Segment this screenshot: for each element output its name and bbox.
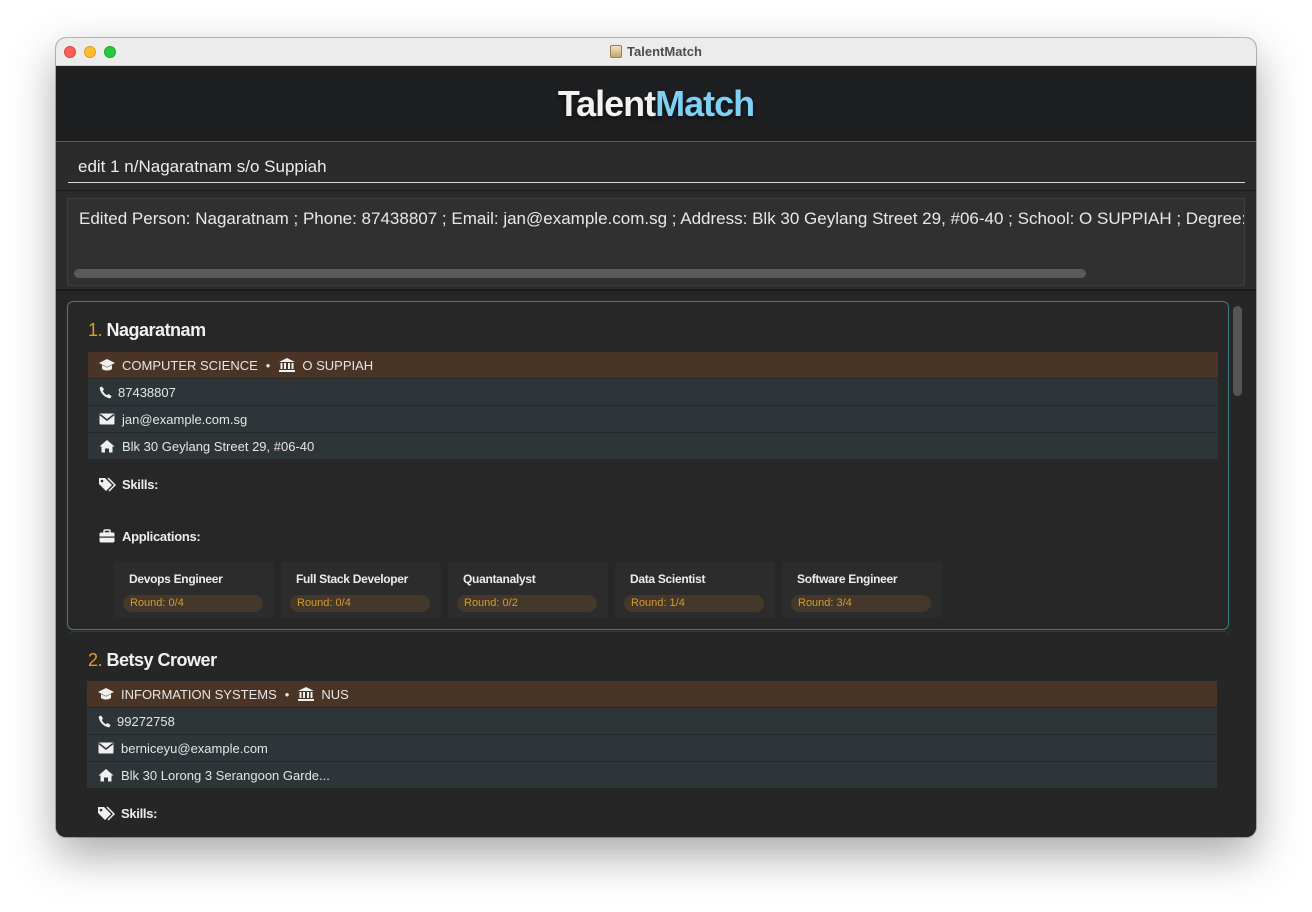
education-row: INFORMATION SYSTEMS • NUS: [87, 681, 1217, 707]
phone-icon: [97, 713, 111, 729]
round-badge: Round: 0/2: [457, 595, 597, 612]
application-card[interactable]: Devops Engineer Round: 0/4: [114, 562, 274, 618]
applications-heading: Applications:: [98, 528, 201, 544]
vertical-scrollbar[interactable]: [1233, 306, 1242, 396]
education-row: COMPUTER SCIENCE • O SUPPIAH: [88, 352, 1218, 378]
command-input[interactable]: [68, 151, 1245, 183]
institution-icon: [278, 357, 296, 373]
phone-row: 99272758: [87, 708, 1217, 734]
application-card[interactable]: Quantanalyst Round: 0/2: [448, 562, 608, 618]
application-card[interactable]: Software Engineer Round: 3/4: [782, 562, 942, 618]
title-bar: TalentMatch: [56, 38, 1256, 66]
application-card[interactable]: Data Scientist Round: 1/4: [615, 562, 775, 618]
person-name: 2. Betsy Crower: [88, 650, 217, 670]
envelope-icon: [97, 740, 115, 756]
result-text: Edited Person: Nagaratnam ; Phone: 87438…: [79, 209, 1245, 228]
home-icon: [98, 438, 116, 454]
address-row: Blk 30 Lorong 3 Serangoon Garde...: [87, 762, 1217, 788]
app-window: TalentMatch TalentMatch Edited Person: N…: [56, 38, 1256, 837]
phone-row: 87438807: [88, 379, 1218, 405]
tags-icon: [97, 805, 115, 821]
round-badge: Round: 1/4: [624, 595, 764, 612]
institution-icon: [297, 686, 315, 702]
person-card[interactable]: 2. Betsy Crower INFORMATION SYSTEMS • NU…: [68, 631, 1230, 837]
tags-icon: [98, 476, 116, 492]
phone-icon: [98, 384, 112, 400]
graduation-cap-icon: [98, 357, 116, 373]
email-row: berniceyu@example.com: [87, 735, 1217, 761]
result-display-panel: Edited Person: Nagaratnam ; Phone: 87438…: [56, 192, 1256, 291]
person-card[interactable]: 1. Nagaratnam COMPUTER SCIENCE • O SUPPI…: [67, 301, 1229, 630]
app-icon: [610, 45, 623, 58]
round-badge: Round: 0/4: [290, 595, 430, 612]
result-display[interactable]: Edited Person: Nagaratnam ; Phone: 87438…: [67, 198, 1245, 286]
person-name: 1. Nagaratnam: [88, 320, 206, 340]
window-title: TalentMatch: [56, 44, 1256, 59]
skills-heading: Skills:: [98, 476, 159, 492]
address-row: Blk 30 Geylang Street 29, #06-40: [88, 433, 1218, 459]
application-card[interactable]: Full Stack Developer Round: 0/4: [281, 562, 441, 618]
round-badge: Round: 3/4: [791, 595, 931, 612]
app-header: TalentMatch: [56, 66, 1256, 142]
app-logo: TalentMatch: [557, 82, 755, 124]
person-list[interactable]: 1. Nagaratnam COMPUTER SCIENCE • O SUPPI…: [56, 293, 1256, 837]
graduation-cap-icon: [97, 686, 115, 702]
round-badge: Round: 0/4: [123, 595, 263, 612]
horizontal-scrollbar[interactable]: [74, 269, 1086, 278]
skills-heading: Skills:: [97, 805, 158, 821]
briefcase-icon: [98, 528, 116, 544]
envelope-icon: [98, 411, 116, 427]
command-box: [56, 143, 1256, 191]
home-icon: [97, 767, 115, 783]
email-row: jan@example.com.sg: [88, 406, 1218, 432]
